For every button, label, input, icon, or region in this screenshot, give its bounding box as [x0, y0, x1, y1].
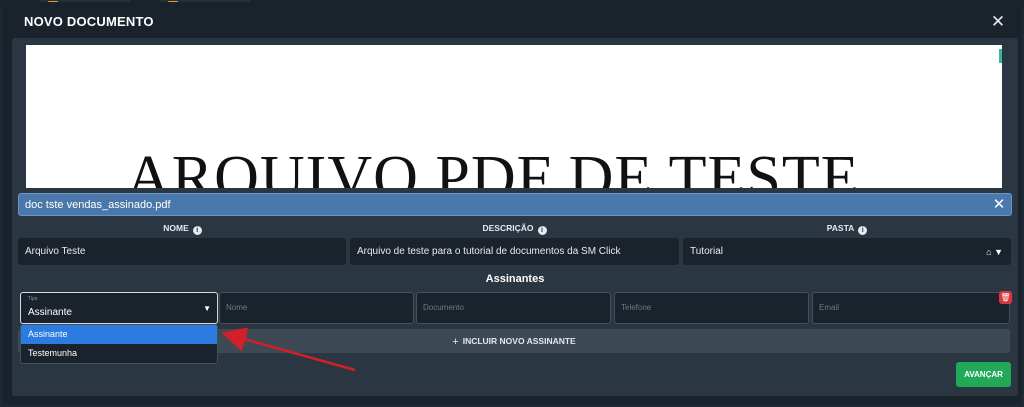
nome-input[interactable]: Arquivo Teste: [18, 238, 346, 265]
pasta-value: Tutorial: [690, 246, 723, 257]
add-signer-label: INCLUIR NOVO ASSINANTE: [462, 336, 576, 346]
nome-value: Arquivo Teste: [25, 246, 86, 257]
signer-email-input[interactable]: Email: [812, 292, 1010, 324]
dropdown-option-assinante[interactable]: Assinante: [21, 325, 217, 344]
close-icon[interactable]: ✕: [988, 12, 1008, 32]
signer-phone-placeholder: Telefone: [621, 303, 652, 312]
descricao-input[interactable]: Arquivo de teste para o tutorial de docu…: [350, 238, 679, 265]
info-icon[interactable]: i: [858, 226, 868, 235]
trash-icon[interactable]: 🗑: [999, 291, 1012, 304]
dropdown-option-testemunha[interactable]: Testemunha: [21, 344, 217, 363]
signer-document-placeholder: Documento: [423, 303, 464, 312]
pdf-preview-text: ARQUIVO PDF DE TESTE: [126, 144, 860, 188]
modal-body: ARQUIVO PDF DE TESTE doc tste vendas_ass…: [12, 38, 1018, 396]
tipo-dropdown-menu: Assinante Testemunha: [20, 324, 218, 364]
signers-title: Assinantes: [485, 273, 545, 285]
signer-email-placeholder: Email: [819, 303, 840, 312]
signer-name-input[interactable]: Nome: [219, 292, 414, 324]
chevron-down-icon: ▼: [203, 304, 211, 313]
modal-title: NOVO DOCUMENTO: [24, 14, 154, 29]
descricao-value: Arquivo de teste para o tutorial de docu…: [357, 246, 621, 257]
signer-document-input[interactable]: Documento: [416, 292, 611, 324]
home-icon[interactable]: ⌂: [986, 247, 991, 257]
clear-file-icon[interactable]: ✕: [990, 195, 1008, 215]
chevron-down-icon[interactable]: ▼: [994, 247, 1003, 257]
tipo-select[interactable]: Tipo Assinante ▼: [20, 292, 218, 324]
new-document-modal: NOVO DOCUMENTO ✕ ARQUIVO PDF DE TESTE do…: [2, 2, 1022, 405]
nome-label: NOME i: [18, 223, 347, 235]
pasta-label: PASTA i: [682, 223, 1012, 235]
plus-icon: +: [452, 336, 459, 348]
signer-name-placeholder: Nome: [226, 303, 248, 312]
info-icon[interactable]: i: [537, 226, 547, 235]
preview-scrollbar[interactable]: [999, 49, 1002, 63]
tipo-label: Tipo: [28, 296, 38, 302]
selected-file-bar: doc tste vendas_assinado.pdf ✕: [18, 193, 1012, 216]
info-icon[interactable]: i: [192, 226, 202, 235]
next-button[interactable]: AVANÇAR: [956, 362, 1011, 387]
file-name: doc tste vendas_assinado.pdf: [25, 199, 171, 211]
tipo-value: Assinante: [28, 307, 72, 318]
descricao-label: DESCRIÇÃO i: [350, 223, 679, 235]
pdf-preview[interactable]: ARQUIVO PDF DE TESTE: [26, 45, 1002, 188]
pasta-select[interactable]: Tutorial ⌂ ▼: [683, 238, 1011, 265]
signer-phone-input[interactable]: Telefone: [614, 292, 809, 324]
